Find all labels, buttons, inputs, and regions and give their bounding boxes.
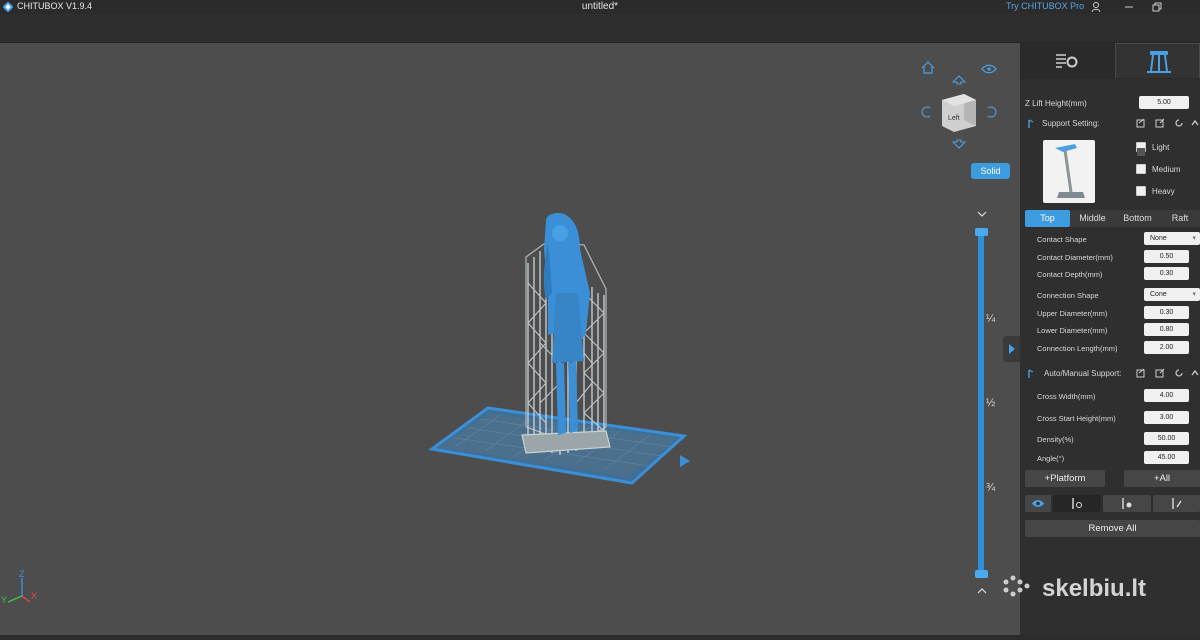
cross-start-height-label: Cross Start Height(mm)	[1037, 414, 1116, 423]
reset-icon[interactable]	[1174, 118, 1184, 128]
angle-label: Angle(°)	[1037, 454, 1065, 463]
remove-all-supports-button[interactable]: Remove All	[1025, 520, 1200, 537]
auto-support-icon	[1028, 369, 1034, 378]
import-icon[interactable]	[1136, 368, 1146, 378]
heavy-checkbox[interactable]	[1136, 186, 1146, 196]
play-arrow-icon	[1009, 344, 1015, 354]
cross-width-label: Cross Width(mm)	[1037, 392, 1096, 401]
navigation-cube[interactable]: Left	[914, 58, 1004, 158]
add-support-icon	[1072, 498, 1082, 509]
tab-raft[interactable]: Raft	[1160, 210, 1200, 227]
user-icon[interactable]	[1090, 1, 1102, 13]
light-checkbox[interactable]	[1136, 142, 1146, 156]
density-label: Density(%)	[1037, 435, 1074, 444]
add-all-supports-button[interactable]: +All	[1124, 470, 1200, 487]
remove-support-tool-button[interactable]	[1103, 495, 1151, 512]
tab-support[interactable]	[1115, 43, 1200, 78]
layer-slider-top-handle[interactable]	[975, 228, 988, 236]
support-setting-label: Support Setting:	[1042, 119, 1100, 128]
minimize-icon[interactable]	[1123, 1, 1135, 13]
nav-cube-face-label: Left	[948, 115, 960, 122]
model-figure	[543, 213, 590, 435]
show-supports-button[interactable]	[1025, 495, 1051, 512]
import-icon[interactable]	[1136, 118, 1146, 128]
angle-input[interactable]: 45.00	[1144, 451, 1189, 464]
scene-canvas[interactable]	[0, 43, 1020, 635]
view-mode-button[interactable]: Solid	[971, 163, 1010, 179]
contact-shape-select[interactable]: None	[1144, 232, 1200, 245]
edit-support-icon	[1172, 498, 1182, 509]
slider-tick-quarter: ¼	[986, 313, 996, 325]
support-setting-header: Support Setting:	[1020, 115, 1200, 132]
tab-bottom[interactable]: Bottom	[1115, 210, 1160, 227]
add-platform-supports-button[interactable]: +Platform	[1025, 470, 1105, 487]
lower-diameter-label: Lower Diameter(mm)	[1037, 326, 1108, 335]
heavy-label: Heavy	[1152, 187, 1175, 196]
checkmark-icon	[1137, 148, 1145, 156]
cross-start-height-input[interactable]: 3.00	[1144, 411, 1189, 424]
auto-manual-header: Auto/Manual Support:	[1020, 365, 1200, 382]
light-label: Light	[1152, 143, 1170, 152]
auto-manual-label: Auto/Manual Support:	[1044, 369, 1122, 378]
slider-tick-half: ½	[986, 397, 996, 409]
upper-diameter-label: Upper Diameter(mm)	[1037, 309, 1108, 318]
tab-slice-settings[interactable]	[1020, 43, 1115, 78]
support-preview-image	[1043, 140, 1095, 203]
lower-diameter-input[interactable]: 0.80	[1144, 323, 1189, 336]
support-setting-icon	[1028, 119, 1034, 128]
cross-width-input[interactable]: 4.00	[1144, 389, 1189, 402]
3d-viewport[interactable]: Left Solid ¼ ½ ¾ Z Y X	[0, 43, 1020, 635]
export-icon[interactable]	[1155, 118, 1165, 128]
restore-icon[interactable]	[1151, 1, 1163, 13]
connection-length-input[interactable]: 2.00	[1144, 341, 1189, 354]
tab-middle[interactable]: Middle	[1070, 210, 1115, 227]
support-panel: Z Lift Height(mm) 5.00 Support Setting: …	[1020, 43, 1200, 635]
layer-slider-bottom-handle[interactable]	[975, 570, 988, 578]
try-pro-link[interactable]: Try CHITUBOX Pro	[1006, 1, 1084, 11]
z-lift-input[interactable]: 5.00	[1139, 96, 1189, 109]
chitubox-window: CHITUBOX V1.9.4 untitled* Try CHITUBOX P…	[0, 0, 1200, 640]
connection-shape-select[interactable]: Cone	[1144, 288, 1200, 301]
title-bar: CHITUBOX V1.9.4 untitled* Try CHITUBOX P…	[0, 0, 1200, 14]
status-strip	[0, 635, 1200, 640]
density-input[interactable]: 50.00	[1144, 432, 1189, 445]
panel-tabbar	[1020, 43, 1200, 79]
remove-support-icon	[1122, 498, 1132, 509]
chevron-down-icon[interactable]	[975, 209, 989, 219]
panel-collapse-tab[interactable]	[1003, 336, 1020, 362]
support-tab-icon	[1147, 51, 1171, 73]
tab-top[interactable]: Top	[1025, 210, 1070, 227]
slider-tick-three-quarter: ¾	[986, 482, 996, 494]
medium-checkbox[interactable]	[1136, 164, 1146, 174]
contact-diameter-input[interactable]: 0.50	[1144, 250, 1189, 263]
connection-shape-label: Connection Shape	[1037, 291, 1099, 300]
edit-support-tool-button[interactable]	[1153, 495, 1200, 512]
add-support-tool-button[interactable]	[1053, 495, 1101, 512]
slice-settings-icon	[1056, 54, 1078, 68]
contact-diameter-label: Contact Diameter(mm)	[1037, 253, 1113, 262]
upper-diameter-input[interactable]: 0.30	[1144, 306, 1189, 319]
z-lift-label: Z Lift Height(mm)	[1025, 99, 1087, 108]
connection-length-label: Connection Length(mm)	[1037, 344, 1118, 353]
home-view-icon[interactable]	[921, 61, 935, 74]
axis-gizmo: Z Y X	[1, 569, 37, 605]
watermark-text: skelbiu.lt	[1042, 575, 1146, 602]
collapse-up-icon[interactable]	[1190, 118, 1200, 128]
axis-y-label: Y	[1, 595, 7, 605]
contact-depth-input[interactable]: 0.30	[1144, 267, 1189, 280]
axis-x-label: X	[31, 591, 37, 601]
menu-bar	[0, 14, 1200, 43]
export-icon[interactable]	[1155, 368, 1165, 378]
eye-icon	[1032, 500, 1044, 507]
axis-z-label: Z	[19, 569, 25, 579]
skelbiu-watermark: skelbiu.lt	[1003, 575, 1146, 602]
layer-slider-track[interactable]	[978, 232, 984, 576]
contact-shape-label: Contact Shape	[1037, 235, 1087, 244]
chevron-up-icon[interactable]	[975, 586, 989, 596]
reset-icon[interactable]	[1174, 368, 1184, 378]
collapse-up-icon[interactable]	[1190, 368, 1200, 378]
medium-label: Medium	[1152, 165, 1181, 174]
contact-depth-label: Contact Depth(mm)	[1037, 270, 1103, 279]
